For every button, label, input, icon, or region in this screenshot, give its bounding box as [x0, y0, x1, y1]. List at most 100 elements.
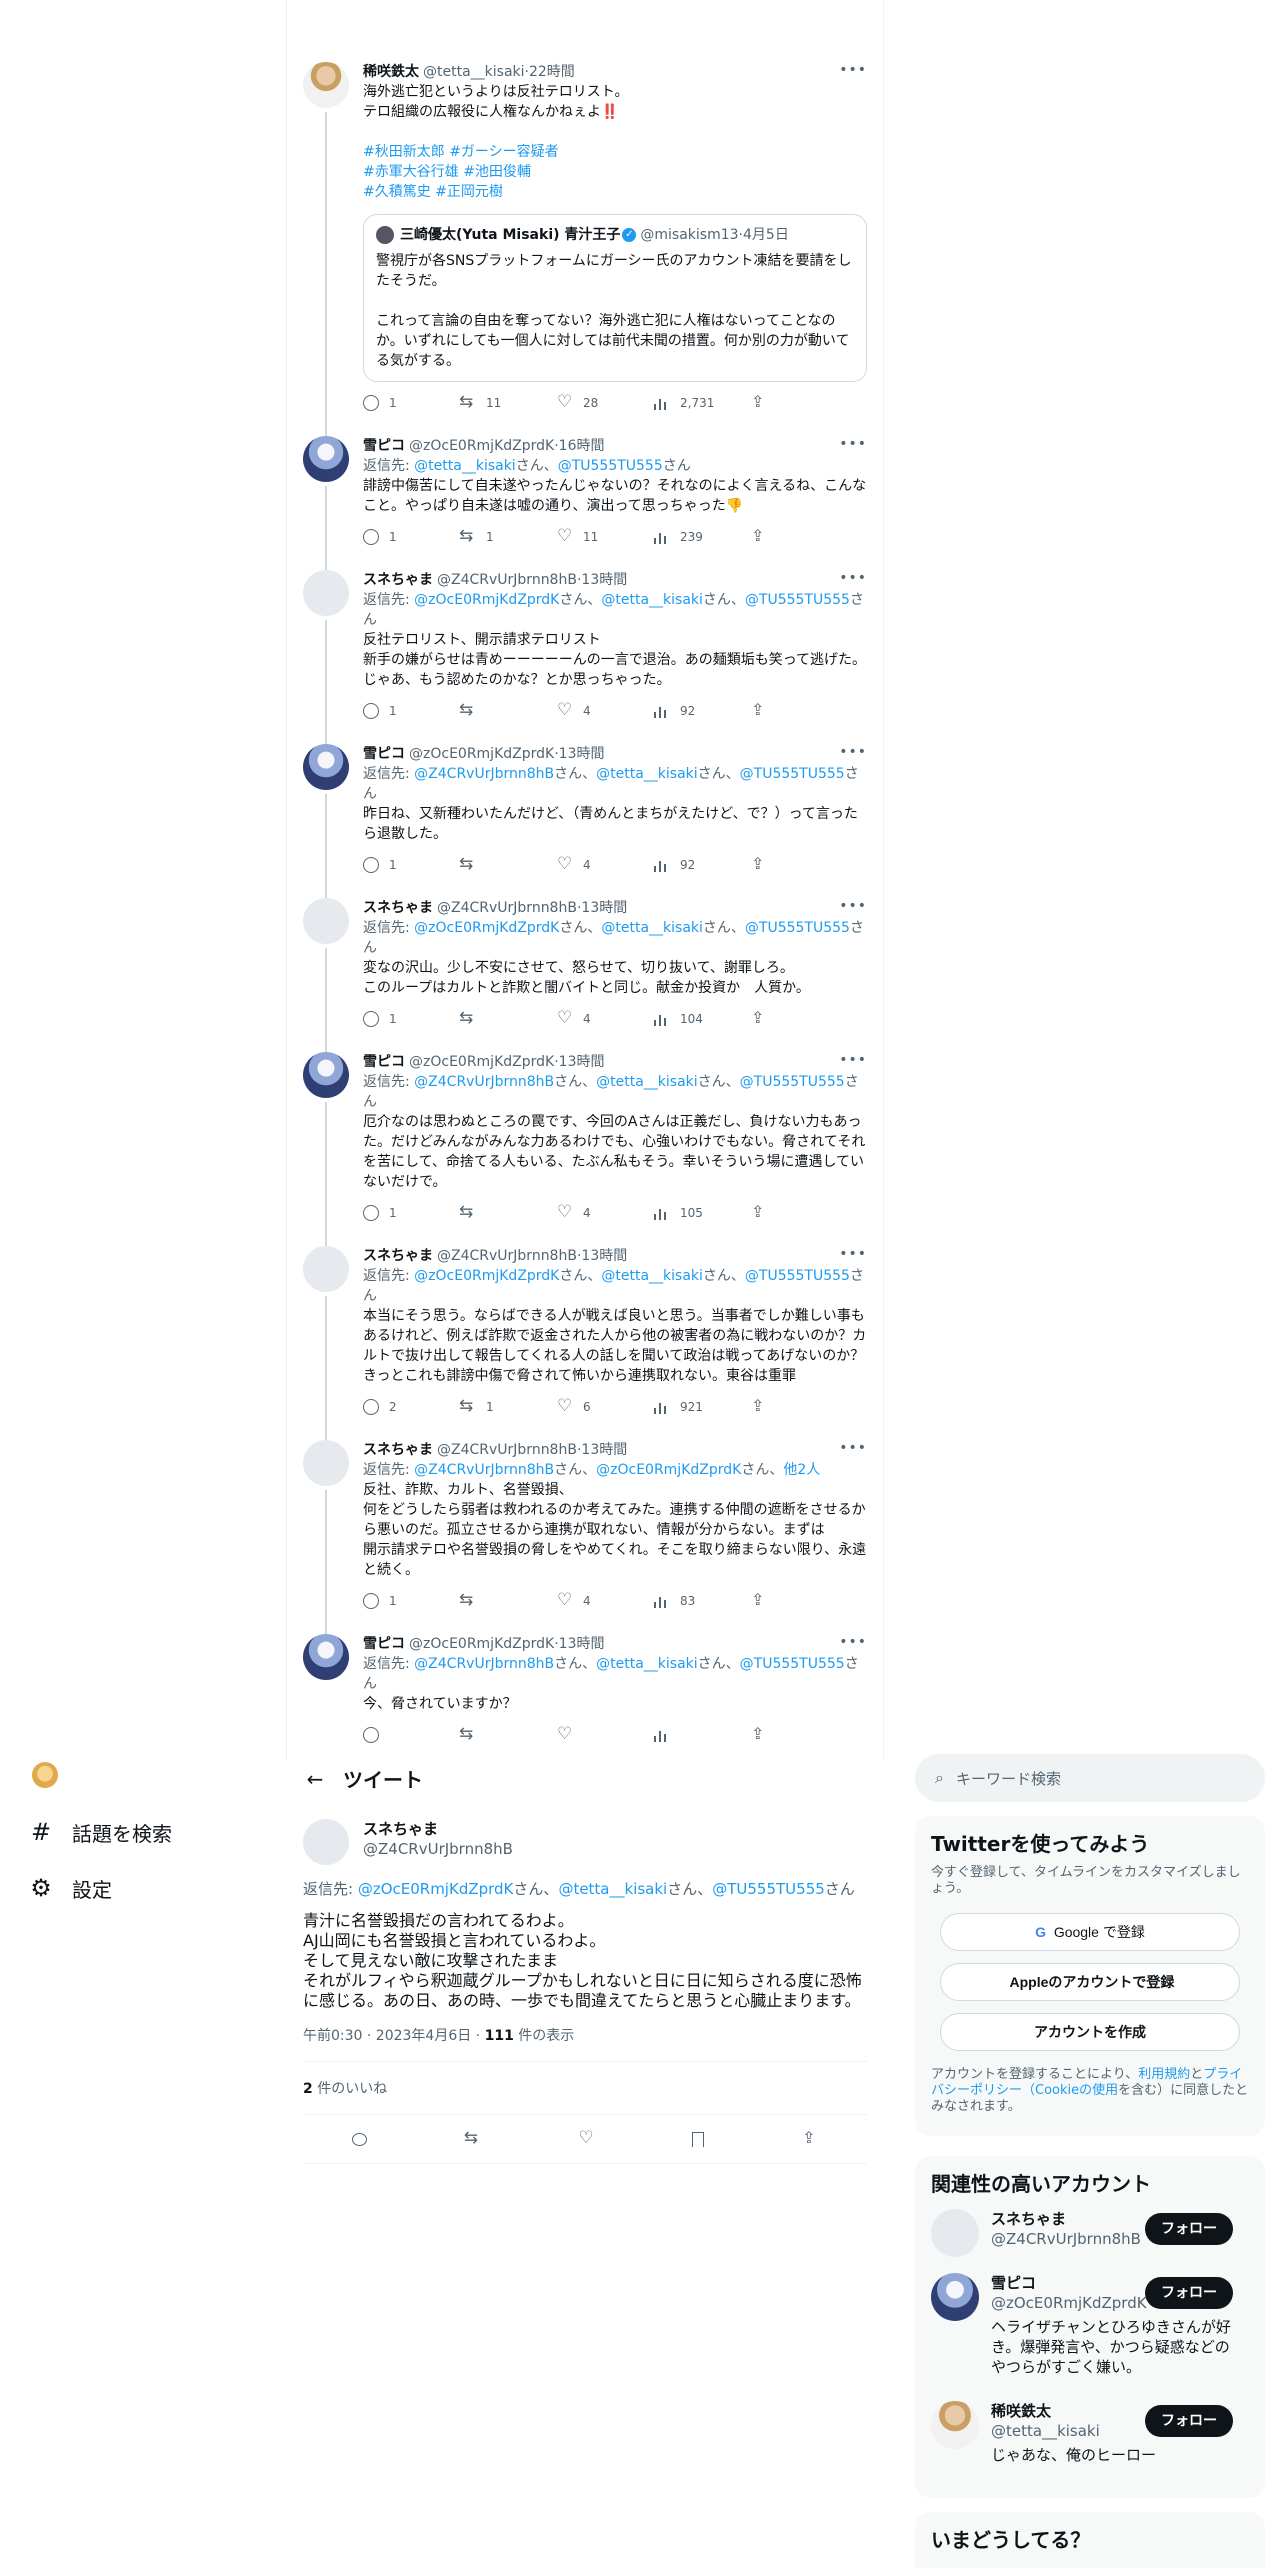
tweet-time[interactable]: 13時間 — [581, 898, 627, 918]
like-button[interactable]: 4 — [557, 1008, 654, 1028]
like-button[interactable]: 4 — [557, 1590, 654, 1610]
share-button[interactable] — [751, 1202, 848, 1221]
author-name[interactable]: 雪ピコ — [363, 1052, 405, 1072]
hashtag-link[interactable]: #池田俊輔 — [463, 164, 531, 180]
follow-button[interactable]: フォロー — [1145, 2213, 1233, 2245]
avatar[interactable] — [931, 2273, 979, 2321]
more-icon[interactable]: ••• — [839, 1440, 867, 1456]
author-handle[interactable]: @Z4CRvUrJbrnn8hB — [437, 1440, 577, 1460]
hashtag-link[interactable]: #久積篤史 — [363, 184, 431, 200]
retweet-button[interactable] — [459, 854, 557, 874]
share-button[interactable] — [751, 1396, 848, 1415]
mention-link[interactable]: @TU555TU555 — [740, 1656, 845, 1672]
hashtag-link[interactable]: #秋田新太郎 — [363, 144, 445, 160]
author-handle[interactable]: @zOcE0RmjKdZprdK — [409, 436, 554, 456]
reply-tweet[interactable]: ••• スネちゃま @Z4CRvUrJbrnn8hB · 13時間 返信先: @Z4C… — [287, 1424, 883, 1634]
avatar[interactable] — [303, 570, 349, 616]
logo-icon[interactable] — [32, 1762, 58, 1788]
avatar[interactable] — [303, 898, 349, 944]
views-button[interactable]: 2,731 — [654, 395, 751, 411]
tweet-time[interactable]: 13時間 — [581, 570, 627, 590]
terms-link[interactable]: 利用規約 — [1138, 2067, 1190, 2082]
tweet-time[interactable]: 13時間 — [559, 744, 605, 764]
author-handle[interactable]: @zOcE0RmjKdZprdK — [409, 1052, 554, 1072]
retweet-button[interactable]: 11 — [459, 392, 557, 412]
avatar[interactable] — [303, 1440, 349, 1486]
mention-link[interactable]: @zOcE0RmjKdZprdK — [414, 1268, 559, 1284]
mention-link[interactable]: @TU555TU555 — [745, 920, 850, 936]
author-name[interactable]: 雪ピコ — [363, 1634, 405, 1654]
avatar[interactable] — [303, 436, 349, 482]
author-handle[interactable]: @Z4CRvUrJbrnn8hB — [437, 570, 577, 590]
search-input[interactable]: ⌕ キーワード検索 — [915, 1754, 1265, 1802]
quoted-tweet[interactable]: 三崎優太(Yuta Misaki) 青汁王子 ✓ @misakism13 · 4… — [363, 214, 867, 382]
views-button[interactable]: 92 — [654, 703, 751, 719]
reply-icon[interactable] — [351, 2132, 367, 2146]
author-name[interactable]: スネちゃま — [363, 1246, 433, 1266]
mention-link[interactable]: @TU555TU555 — [745, 592, 850, 608]
retweet-button[interactable] — [459, 1008, 557, 1028]
avatar[interactable] — [303, 1052, 349, 1098]
like-button[interactable]: 6 — [557, 1396, 654, 1416]
reply-tweet[interactable]: ••• スネちゃま @Z4CRvUrJbrnn8hB · 13時間 返信先: @zOc… — [287, 554, 883, 744]
like-button[interactable]: 4 — [557, 1202, 654, 1222]
mention-link[interactable]: @Z4CRvUrJbrnn8hB — [414, 1462, 554, 1478]
share-button[interactable] — [751, 526, 848, 545]
mention-link[interactable]: @Z4CRvUrJbrnn8hB — [414, 766, 554, 782]
like-button[interactable]: 4 — [557, 854, 654, 874]
more-icon[interactable]: ••• — [839, 62, 867, 78]
reply-tweet[interactable]: ••• 雪ピコ @zOcE0RmjKdZprdK · 13時間 返信先: @Z4CRv… — [287, 1618, 883, 1752]
reply-button[interactable]: 1 — [363, 1205, 460, 1221]
mention-link[interactable]: @TU555TU555 — [558, 458, 663, 474]
author-name[interactable]: スネちゃま — [363, 570, 433, 590]
author-handle[interactable]: @Z4CRvUrJbrnn8hB — [363, 1839, 867, 1859]
avatar[interactable] — [303, 62, 349, 108]
follow-button[interactable]: フォロー — [1145, 2405, 1233, 2437]
views-button[interactable]: 239 — [654, 529, 751, 545]
views-button[interactable]: 83 — [654, 1593, 751, 1609]
avatar[interactable] — [931, 2209, 979, 2257]
share-button[interactable] — [751, 854, 848, 873]
tweet-root[interactable]: ••• 稀咲鉄太 @tetta__kisaki · 22時間 海外逃亡犯というよ… — [287, 62, 883, 470]
more-icon[interactable]: ••• — [839, 436, 867, 452]
create-account-button[interactable]: アカウントを作成 — [940, 2013, 1240, 2051]
related-account[interactable]: フォロー 稀咲鉄太 @tetta__kisaki じゃあな、俺のヒーロー — [931, 2389, 1249, 2477]
author-handle[interactable]: @zOcE0RmjKdZprdK — [409, 1634, 554, 1654]
reply-button[interactable]: 1 — [363, 703, 460, 719]
mention-link[interactable]: @Z4CRvUrJbrnn8hB — [414, 1656, 554, 1672]
mention-link[interactable]: @zOcE0RmjKdZprdK — [596, 1462, 741, 1478]
views-button[interactable]: 92 — [654, 857, 751, 873]
reply-button[interactable]: 1 — [363, 1011, 460, 1027]
hashtag-link[interactable]: #正岡元樹 — [435, 184, 503, 200]
apple-signup-button[interactable]: Appleのアカウントで登録 — [940, 1963, 1240, 2001]
reply-tweet[interactable]: ••• スネちゃま @Z4CRvUrJbrnn8hB · 13時間 返信先: @zOc… — [287, 882, 883, 1052]
bookmark-icon[interactable] — [692, 2131, 705, 2147]
more-icon[interactable]: ••• — [839, 1052, 867, 1068]
views-button[interactable]: 104 — [654, 1011, 751, 1027]
mention-link[interactable]: @TU555TU555 — [740, 1074, 845, 1090]
author-handle[interactable]: @Z4CRvUrJbrnn8hB — [437, 898, 577, 918]
more-icon[interactable]: ••• — [839, 1634, 867, 1650]
reply-button[interactable]: 1 — [363, 857, 460, 873]
more-icon[interactable]: ••• — [839, 744, 867, 760]
related-account[interactable]: フォロー スネちゃま @Z4CRvUrJbrnn8hB — [931, 2197, 1249, 2261]
reply-tweet[interactable]: ••• 雪ピコ @zOcE0RmjKdZprdK · 13時間 返信先: @Z4CRv… — [287, 1036, 883, 1246]
tweet-time[interactable]: 13時間 — [581, 1440, 627, 1460]
retweet-button[interactable]: 1 — [459, 1396, 557, 1416]
author-name[interactable]: 稀咲鉄太 — [363, 62, 419, 82]
back-arrow-icon[interactable]: ← — [287, 1767, 343, 1791]
mention-link[interactable]: @Z4CRvUrJbrnn8hB — [414, 1074, 554, 1090]
share-icon[interactable] — [802, 2128, 818, 2147]
share-button[interactable] — [751, 1008, 848, 1027]
mention-link[interactable]: @tetta__kisaki — [596, 766, 698, 782]
like-button[interactable] — [557, 1724, 654, 1744]
share-button[interactable] — [751, 1724, 848, 1743]
tweet-time[interactable]: 13時間 — [581, 1246, 627, 1266]
mention-link[interactable]: @tetta__kisaki — [601, 1268, 703, 1284]
follow-button[interactable]: フォロー — [1145, 2277, 1233, 2309]
tweet-time[interactable]: 13時間 — [559, 1052, 605, 1072]
mention-link[interactable]: @tetta__kisaki — [596, 1074, 698, 1090]
retweet-icon[interactable] — [464, 2128, 481, 2148]
more-icon[interactable]: ••• — [839, 1246, 867, 1262]
mention-link[interactable]: @TU555TU555 — [745, 1268, 850, 1284]
